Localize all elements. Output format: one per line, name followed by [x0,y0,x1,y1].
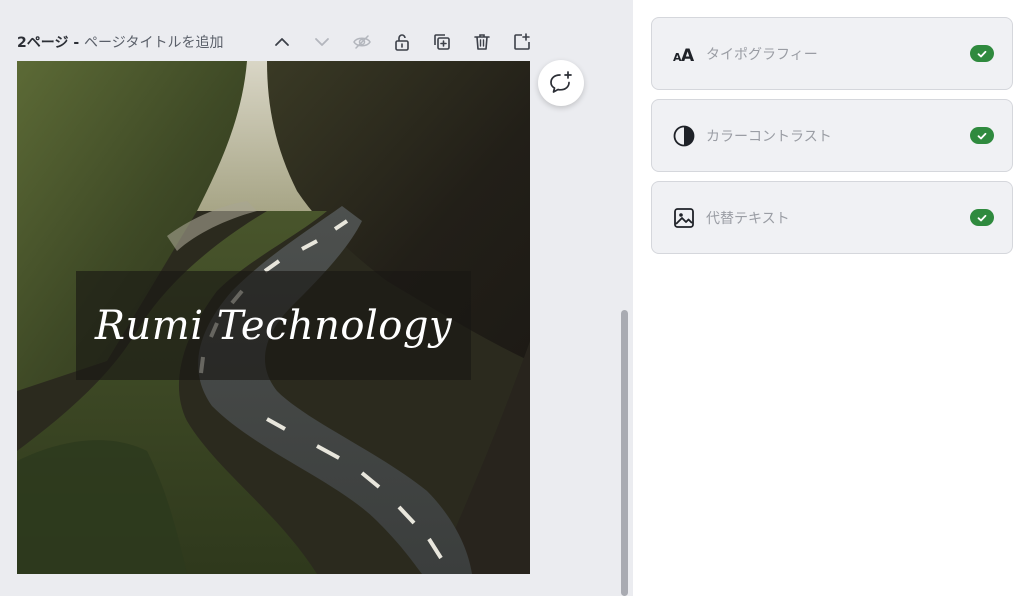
title-separator: - [68,35,85,51]
accessibility-check-panel: AA タイポグラフィー カラーコントラスト 代替テキスト [633,0,1024,596]
check-item-color-contrast[interactable]: カラーコントラスト [651,99,1013,172]
typography-icon: AA [672,42,696,66]
add-page-icon [514,33,530,50]
design-title-text[interactable]: Rumi Technology [95,303,452,349]
lock-icon [395,34,409,51]
editor-area: 2ページ - ページタイトルを追加 Rumi Technology [0,0,633,596]
hide-icon [353,35,371,49]
check-passed-icon [970,127,994,144]
check-item-label: タイポグラフィー [706,46,818,63]
design-canvas[interactable]: Rumi Technology [17,61,530,574]
duplicate-page-button[interactable] [422,28,462,56]
check-passed-icon [970,209,994,226]
chevron-down-icon [315,38,329,46]
chevron-up-icon [275,38,289,46]
page-title[interactable]: 2ページ - ページタイトルを追加 [17,32,223,52]
duplicate-icon [434,34,450,50]
page-toolbar [262,28,542,56]
move-down-button[interactable] [302,28,342,56]
delete-page-button[interactable] [462,28,502,56]
add-comment-icon [550,71,572,93]
page-number: 2ページ [17,35,69,51]
svg-text:A: A [681,46,695,66]
trash-icon [474,34,490,50]
add-page-button[interactable] [502,28,542,56]
check-item-label: 代替テキスト [706,210,790,227]
title-text-box[interactable]: Rumi Technology [76,271,471,380]
check-item-label: カラーコントラスト [706,128,832,145]
lock-page-button[interactable] [382,28,422,56]
check-item-typography[interactable]: AA タイポグラフィー [651,17,1013,90]
move-up-button[interactable] [262,28,302,56]
vertical-scrollbar[interactable] [621,310,628,596]
add-page-title[interactable]: ページタイトルを追加 [84,35,223,51]
image-icon [672,206,696,230]
hide-page-button[interactable] [342,28,382,56]
contrast-icon [672,124,696,148]
check-item-alt-text[interactable]: 代替テキスト [651,181,1013,254]
check-passed-icon [970,45,994,62]
add-comment-button[interactable] [538,60,584,106]
